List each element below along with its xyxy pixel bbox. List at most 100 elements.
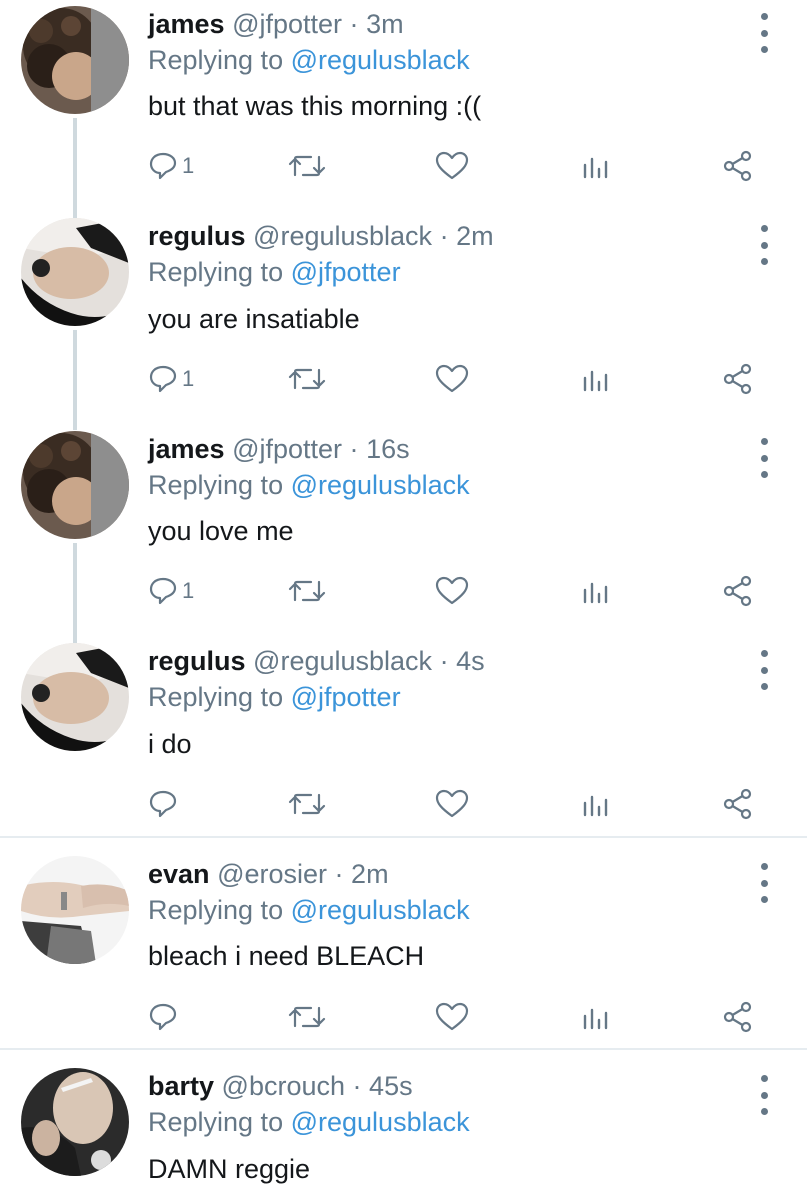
- analytics-button[interactable]: [582, 359, 610, 399]
- retweet-icon: [288, 1006, 326, 1028]
- timestamp[interactable]: 16s: [366, 434, 410, 464]
- tweet-actions: 1: [0, 571, 807, 611]
- user-handle[interactable]: @jfpotter: [232, 9, 342, 39]
- retweet-button[interactable]: [287, 359, 327, 399]
- timestamp[interactable]: 3m: [366, 9, 404, 39]
- share-button[interactable]: [722, 571, 754, 611]
- reply-count: 1: [182, 153, 195, 178]
- tweet-text: but that was this morning :((: [148, 91, 482, 121]
- avatar[interactable]: [21, 643, 129, 751]
- analytics-button[interactable]: [582, 146, 610, 186]
- more-options-icon[interactable]: [752, 438, 776, 478]
- tweet-text: you are insatiable: [148, 304, 360, 334]
- cigarette-avatar-icon: [21, 1068, 129, 1176]
- replying-to-mention[interactable]: @regulusblack: [291, 895, 470, 925]
- retweet-icon: [288, 155, 326, 177]
- tweet-actions: [0, 784, 807, 824]
- replying-to-mention[interactable]: @jfpotter: [291, 682, 401, 712]
- avatar[interactable]: [21, 856, 129, 964]
- avatar[interactable]: [21, 1068, 129, 1176]
- like-button[interactable]: [435, 571, 469, 611]
- retweet-button[interactable]: [287, 784, 327, 824]
- more-options-icon[interactable]: [752, 863, 776, 903]
- heart-icon: [435, 789, 469, 818]
- avatar[interactable]: [21, 218, 129, 326]
- analytics-button[interactable]: [582, 571, 610, 611]
- like-button[interactable]: [435, 997, 469, 1037]
- user-handle[interactable]: @regulusblack: [253, 646, 432, 676]
- analytics-icon: [583, 1008, 608, 1030]
- like-button[interactable]: [435, 359, 469, 399]
- share-icon: [723, 788, 752, 820]
- more-options-icon[interactable]: [752, 650, 776, 690]
- replying-to-mention[interactable]: @regulusblack: [291, 1107, 470, 1137]
- display-name[interactable]: james: [148, 9, 225, 39]
- analytics-button[interactable]: [582, 784, 610, 824]
- retweet-icon: [288, 580, 326, 602]
- reply-button[interactable]: 1: [148, 571, 194, 611]
- heart-icon: [435, 151, 469, 180]
- retweet-button[interactable]: [287, 571, 327, 611]
- more-options-icon[interactable]: [752, 225, 776, 265]
- display-name[interactable]: evan: [148, 859, 210, 889]
- more-options-icon[interactable]: [752, 1075, 776, 1115]
- share-button[interactable]: [722, 146, 754, 186]
- timestamp[interactable]: 4s: [456, 646, 485, 676]
- retweet-button[interactable]: [287, 997, 327, 1037]
- reply-icon: [149, 790, 177, 818]
- analytics-icon: [583, 157, 608, 179]
- more-options-icon[interactable]: [752, 13, 776, 53]
- analytics-button[interactable]: [582, 997, 610, 1037]
- meta-separator: ·: [349, 9, 359, 39]
- like-button[interactable]: [435, 146, 469, 186]
- meta-separator: ·: [439, 646, 449, 676]
- share-icon: [723, 150, 752, 182]
- avatar[interactable]: [21, 431, 129, 539]
- reply-button[interactable]: 1: [148, 146, 194, 186]
- user-handle[interactable]: @erosier: [217, 859, 327, 889]
- user-handle[interactable]: @regulusblack: [253, 221, 432, 251]
- replying-to-mention[interactable]: @jfpotter: [291, 257, 401, 287]
- display-name[interactable]: regulus: [148, 221, 246, 251]
- reply-button[interactable]: 1: [148, 359, 194, 399]
- reply-icon: [149, 1003, 177, 1031]
- tweet[interactable]: james @jfpotter · 3m Replying to @regulu…: [0, 0, 807, 212]
- reply-button[interactable]: [148, 997, 178, 1037]
- replying-to-mention[interactable]: @regulusblack: [291, 470, 470, 500]
- tweet[interactable]: regulus @regulusblack · 4s Replying to @…: [0, 637, 807, 837]
- timestamp[interactable]: 45s: [369, 1071, 413, 1101]
- timestamp[interactable]: 2m: [456, 221, 494, 251]
- reply-count: 1: [182, 366, 195, 391]
- user-handle[interactable]: @jfpotter: [232, 434, 342, 464]
- share-icon: [723, 1001, 752, 1033]
- tweet[interactable]: evan @erosier · 2m Replying to @regulusb…: [0, 850, 807, 1048]
- tweet-text: DAMN reggie: [148, 1154, 311, 1184]
- meta-separator: ·: [349, 434, 359, 464]
- reply-icon: [149, 365, 177, 393]
- timestamp[interactable]: 2m: [351, 859, 389, 889]
- hands-avatar-icon: [21, 856, 129, 964]
- user-handle[interactable]: @bcrouch: [222, 1071, 345, 1101]
- share-button[interactable]: [722, 997, 754, 1037]
- reply-count: 1: [182, 578, 195, 603]
- replying-to-mention[interactable]: @regulusblack: [291, 45, 470, 75]
- display-name[interactable]: james: [148, 434, 225, 464]
- replying-to-label: Replying to: [148, 45, 284, 75]
- share-icon: [723, 575, 752, 607]
- reply-button[interactable]: [148, 784, 178, 824]
- like-button[interactable]: [435, 784, 469, 824]
- meta-separator: ·: [352, 1071, 362, 1101]
- tweet[interactable]: james @jfpotter · 16s Replying to @regul…: [0, 425, 807, 637]
- avatar[interactable]: [21, 6, 129, 114]
- retweet-button[interactable]: [287, 146, 327, 186]
- share-button[interactable]: [722, 784, 754, 824]
- display-name[interactable]: regulus: [148, 646, 246, 676]
- curly-hair-avatar-icon: [21, 6, 129, 114]
- divider: [0, 1048, 807, 1050]
- tweet[interactable]: barty @bcrouch · 45s Replying to @regulu…: [0, 1062, 807, 1200]
- share-button[interactable]: [722, 359, 754, 399]
- dark-hair-avatar-icon: [21, 218, 129, 326]
- tweet[interactable]: regulus @regulusblack · 2m Replying to @…: [0, 212, 807, 424]
- display-name[interactable]: barty: [148, 1071, 214, 1101]
- tweet-actions: 1: [0, 359, 807, 399]
